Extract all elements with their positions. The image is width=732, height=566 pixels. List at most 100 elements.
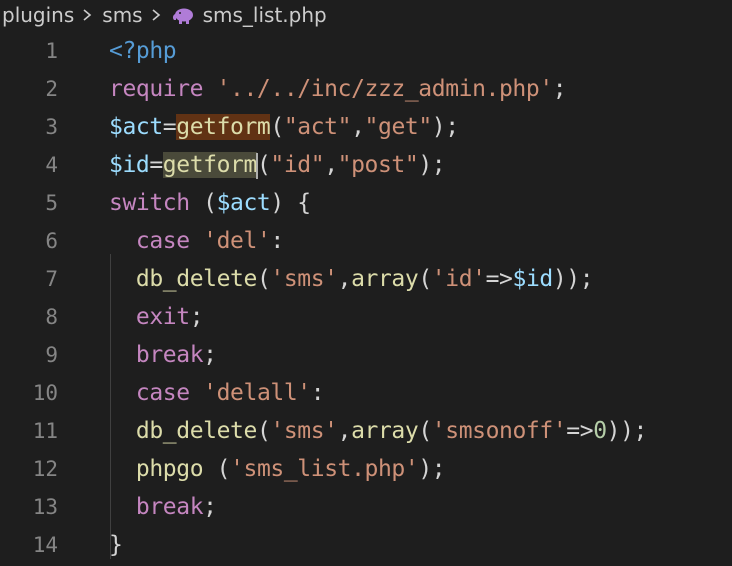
line-number: 9 [45, 343, 58, 367]
code-token: ; [203, 342, 217, 368]
code-token: = [162, 114, 177, 140]
code-token: , [324, 152, 338, 178]
code-token: : [310, 380, 325, 406]
line-number: 4 [45, 153, 58, 177]
code-token: => [485, 266, 513, 292]
code-token: ( [256, 266, 271, 292]
code-line[interactable]: 5 switch ($act) { [0, 184, 732, 222]
code-token: 'sms_list.php' [230, 456, 419, 482]
code-token: 0 [593, 418, 607, 444]
line-number: 10 [32, 381, 58, 405]
code-token: 'id' [431, 266, 486, 292]
code-token: getform [176, 114, 271, 140]
php-elephant-icon [171, 6, 195, 26]
code-token: getform [162, 152, 257, 178]
code-token: 'delall' [203, 380, 311, 406]
code-line[interactable]: 2 require '../../inc/zzz_admin.php'; [0, 70, 732, 108]
line-number: 6 [45, 229, 58, 253]
breadcrumb: plugins sms sms_list.php [0, 0, 732, 30]
line-code: <?php [109, 32, 177, 70]
code-line[interactable]: 11 db_delete('sms',array('smsonoff'=>0))… [0, 412, 732, 450]
breadcrumb-item-file[interactable]: sms_list.php [203, 3, 327, 27]
breadcrumb-item-plugins[interactable]: plugins [2, 3, 74, 27]
code-token: 'sms' [270, 418, 338, 444]
line-code: phpgo ('sms_list.php'); [109, 450, 446, 488]
line-code: $id=getform("id","post"); [109, 146, 446, 184]
code-line[interactable]: 12 phpgo ('sms_list.php'); [0, 450, 732, 488]
code-token: ( [256, 418, 271, 444]
code-token: db_delete [135, 418, 257, 444]
line-code: case 'del': [109, 222, 284, 260]
code-token: ( [203, 456, 231, 482]
code-line[interactable]: 4 $id=getform("id","post"); [0, 146, 732, 184]
code-token: exit [135, 304, 190, 330]
code-token: ; [552, 76, 567, 102]
line-number: 5 [45, 191, 58, 215]
code-token: switch [109, 190, 190, 216]
code-token: 'smsonoff' [431, 418, 567, 444]
line-number: 1 [45, 39, 58, 63]
code-token: , [337, 418, 352, 444]
line-number: 2 [45, 77, 58, 101]
line-number: 3 [45, 115, 58, 139]
code-editor[interactable]: 1 <?php 2 require '../../inc/zzz_admin.php'… [0, 32, 732, 566]
code-token: ); [418, 152, 446, 178]
line-code: require '../../inc/zzz_admin.php'; [109, 70, 567, 108]
code-token: 'del' [203, 228, 271, 254]
code-line[interactable]: 6 case 'del': [0, 222, 732, 260]
code-token: "id" [270, 152, 325, 178]
line-number: 8 [45, 305, 58, 329]
code-line[interactable]: 7 db_delete('sms',array('id'=>$id)); [0, 260, 732, 298]
chevron-right-icon [80, 8, 94, 22]
code-line[interactable]: 9 break; [0, 336, 732, 374]
code-token: case [135, 228, 190, 254]
line-number: 12 [32, 457, 58, 481]
line-code: break; [109, 488, 217, 526]
code-token: , [337, 266, 352, 292]
code-token: ; [189, 304, 204, 330]
code-token: ); [431, 114, 459, 140]
line-code: break; [109, 336, 217, 374]
code-line[interactable]: 8 exit; [0, 298, 732, 336]
code-token: ( [418, 266, 432, 292]
code-line[interactable]: 10 case 'delall': [0, 374, 732, 412]
code-token: "post" [337, 152, 419, 178]
code-token: require [109, 76, 204, 102]
breadcrumb-item-sms[interactable]: sms [102, 3, 142, 27]
line-code: } [109, 526, 123, 564]
code-token: array [351, 266, 419, 292]
code-token: 'sms' [270, 266, 338, 292]
code-line[interactable]: 14} [0, 526, 732, 564]
code-token: = [149, 152, 163, 178]
code-line[interactable]: 1 <?php [0, 32, 732, 70]
line-code: $act=getform("act","get"); [109, 108, 459, 146]
line-code: case 'delall': [109, 374, 325, 412]
code-token: ( [418, 418, 432, 444]
code-token: $act [109, 114, 163, 140]
code-token: ) { [270, 190, 311, 216]
code-token: ( [189, 190, 217, 216]
code-line[interactable]: 3 $act=getform("act","get"); [0, 108, 732, 146]
line-number: 14 [32, 533, 58, 557]
code-token: "get" [364, 114, 433, 140]
code-token: phpgo [135, 456, 204, 482]
line-code: switch ($act) { [109, 184, 311, 222]
line-number: 11 [32, 419, 58, 443]
line-code: db_delete('sms',array('smsonoff'=>0)); [109, 412, 647, 450]
code-token: ; [203, 494, 217, 520]
code-line[interactable]: 13 break; [0, 488, 732, 526]
chevron-right-icon [149, 8, 163, 22]
code-token: ); [418, 456, 446, 482]
code-token: $id [109, 152, 150, 178]
line-number: 7 [45, 267, 58, 291]
